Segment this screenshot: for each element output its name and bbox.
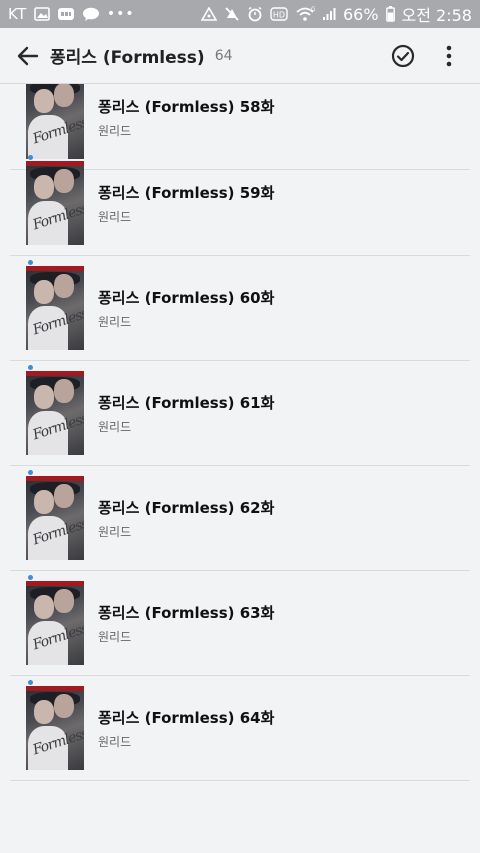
episode-thumbnail: Formless bbox=[26, 581, 84, 665]
episode-status: 원리드 bbox=[98, 630, 132, 644]
episode-status: 원리드 bbox=[98, 735, 132, 749]
episode-title: 퐁리스 (Formless) 63화 bbox=[98, 604, 275, 622]
clock: 오전 2:58 bbox=[401, 6, 472, 25]
episode-thumbnail: Formless bbox=[26, 84, 84, 159]
new-indicator-dot bbox=[28, 260, 33, 265]
chat-icon bbox=[82, 7, 100, 22]
toolbar: 퐁리스 (Formless) 64 bbox=[0, 28, 480, 84]
episode-status: 원리드 bbox=[98, 124, 132, 138]
episode-thumbnail: Formless bbox=[26, 266, 84, 350]
select-button[interactable] bbox=[380, 28, 426, 84]
more-vert-icon bbox=[446, 45, 452, 66]
status-bar-right: HD G 66% 오전 2:58 bbox=[200, 2, 472, 26]
new-indicator-dot bbox=[28, 470, 33, 475]
episode-title: 퐁리스 (Formless) 61화 bbox=[98, 394, 275, 412]
episode-row[interactable]: Formless 퐁리스 (Formless) 62화원리드 bbox=[10, 466, 470, 571]
svg-text:G: G bbox=[311, 6, 315, 13]
episode-row[interactable]: Formless 퐁리스 (Formless) 60화원리드 bbox=[10, 256, 470, 361]
back-button[interactable] bbox=[0, 28, 56, 84]
episode-thumbnail: Formless bbox=[26, 476, 84, 560]
battery-percent: 66% bbox=[342, 4, 379, 24]
episode-title: 퐁리스 (Formless) 62화 bbox=[98, 499, 275, 517]
carrier-label: KT bbox=[8, 5, 27, 23]
page-title: 퐁리스 (Formless) bbox=[50, 48, 205, 68]
episode-title: 퐁리스 (Formless) 58화 bbox=[98, 98, 275, 116]
mute-icon bbox=[224, 6, 240, 22]
episode-count: 64 bbox=[214, 47, 233, 64]
signal-icon bbox=[322, 7, 336, 21]
episode-list: Formless 퐁리스 (Formless) 58화원리드 Formless 퐁리스… bbox=[0, 84, 480, 853]
gallery-icon bbox=[34, 7, 50, 21]
status-bar: KT ••• HD G 66% 오전 2:58 bbox=[0, 0, 480, 28]
episode-status: 원리드 bbox=[98, 525, 132, 539]
alarm-icon bbox=[247, 6, 263, 22]
new-indicator-dot bbox=[28, 155, 33, 160]
episode-thumbnail: Formless bbox=[26, 161, 84, 245]
bbc-icon bbox=[57, 7, 75, 21]
episode-thumbnail: Formless bbox=[26, 686, 84, 770]
episode-row[interactable]: Formless 퐁리스 (Formless) 63화원리드 bbox=[10, 571, 470, 676]
wifi-icon: G bbox=[295, 6, 315, 22]
episode-title: 퐁리스 (Formless) 59화 bbox=[98, 184, 275, 202]
episode-status: 원리드 bbox=[98, 210, 132, 224]
back-arrow-icon bbox=[17, 46, 39, 65]
episode-row[interactable]: Formless 퐁리스 (Formless) 64화원리드 bbox=[10, 676, 470, 781]
battery-icon bbox=[385, 6, 395, 22]
new-indicator-dot bbox=[28, 680, 33, 685]
check-circle-icon bbox=[391, 44, 415, 67]
more-options-button[interactable] bbox=[426, 28, 472, 84]
new-indicator-dot bbox=[28, 365, 33, 370]
episode-title: 퐁리스 (Formless) 60화 bbox=[98, 289, 275, 307]
svg-text:HD: HD bbox=[273, 11, 285, 20]
hd-icon: HD bbox=[270, 7, 288, 21]
status-bar-left: KT ••• bbox=[8, 5, 135, 23]
episode-status: 원리드 bbox=[98, 420, 132, 434]
episode-thumbnail: Formless bbox=[26, 371, 84, 455]
more-notifications-icon: ••• bbox=[106, 6, 135, 22]
episode-status: 원리드 bbox=[98, 315, 132, 329]
new-indicator-dot bbox=[28, 575, 33, 580]
episode-title: 퐁리스 (Formless) 64화 bbox=[98, 709, 275, 727]
episode-row[interactable]: Formless 퐁리스 (Formless) 61화원리드 bbox=[10, 361, 470, 466]
signal-warning-icon bbox=[200, 7, 217, 21]
episode-row[interactable]: Formless 퐁리스 (Formless) 59화원리드 bbox=[10, 151, 470, 256]
